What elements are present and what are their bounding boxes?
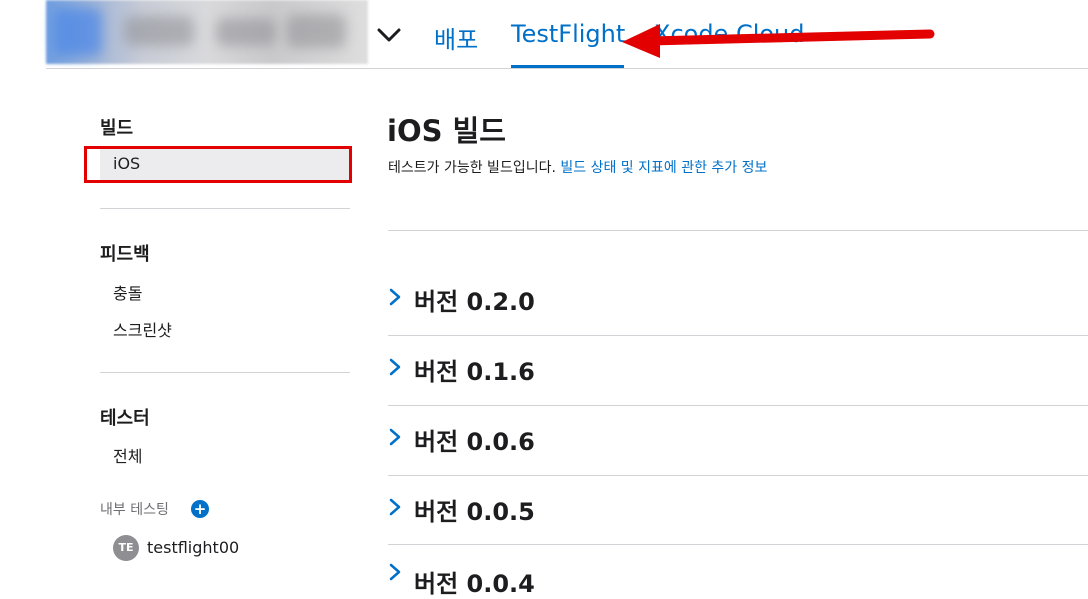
top-divider [46,68,1088,69]
annotation-highlight-box [84,146,352,183]
version-row[interactable]: 버전 0.0.4 [388,552,1088,598]
chevron-down-icon[interactable] [376,24,402,46]
chevron-right-icon [389,563,401,581]
sidebar-divider [100,208,350,209]
chevron-right-icon [389,358,401,376]
main-divider [388,335,1088,336]
add-internal-group-button[interactable]: + [191,500,209,518]
main-divider [388,475,1088,476]
version-row[interactable]: 버전 0.0.6 [388,412,1088,472]
version-label: 버전 0.1.6 [414,358,535,386]
top-navigation: 배포 TestFlight Xcode Cloud [0,0,1088,69]
app-switcher-blurred[interactable] [46,0,368,64]
tab-testflight[interactable]: TestFlight [511,20,625,48]
chevron-right-icon [389,498,401,516]
chevron-right-icon [389,288,401,306]
sidebar-item-screenshots[interactable]: 스크린샷 [113,317,172,341]
version-label: 버전 0.2.0 [414,288,535,316]
plus-icon: + [193,500,207,518]
sidebar-item-crashes[interactable]: 충돌 [113,280,142,304]
version-row[interactable]: 버전 0.0.5 [388,482,1088,542]
chevron-right-icon [389,428,401,446]
version-label: 버전 0.0.5 [414,498,535,526]
main-divider [388,405,1088,406]
version-row[interactable]: 버전 0.1.6 [388,342,1088,402]
avatar: TE [113,535,139,561]
version-row[interactable]: 버전 0.2.0 [388,272,1088,332]
version-label: 버전 0.0.4 [414,570,535,598]
annotation-arrow-icon [622,24,935,58]
subtitle-text: 테스트가 가능한 빌드입니다. [388,160,556,176]
sidebar-internal-testing-label: 내부 테스팅 [100,502,169,518]
sidebar-heading-testers: 테스터 [100,408,150,429]
page-title: iOS 빌드 [387,114,506,148]
main-divider [388,230,1088,231]
tab-deploy[interactable]: 배포 [434,20,478,55]
sidebar-heading-builds: 빌드 [100,118,134,139]
main-divider [388,544,1088,545]
sidebar-item-tester-group[interactable]: testflight00 [147,538,239,557]
sidebar-item-all-testers[interactable]: 전체 [113,443,142,467]
page-subtitle: 테스트가 가능한 빌드입니다. 빌드 상태 및 지표에 관한 추가 정보 [388,157,767,177]
sidebar-heading-feedback: 피드백 [100,244,150,265]
version-label: 버전 0.0.6 [414,428,535,456]
sidebar-divider [100,372,350,373]
builds-info-link[interactable]: 빌드 상태 및 지표에 관한 추가 정보 [560,160,767,176]
